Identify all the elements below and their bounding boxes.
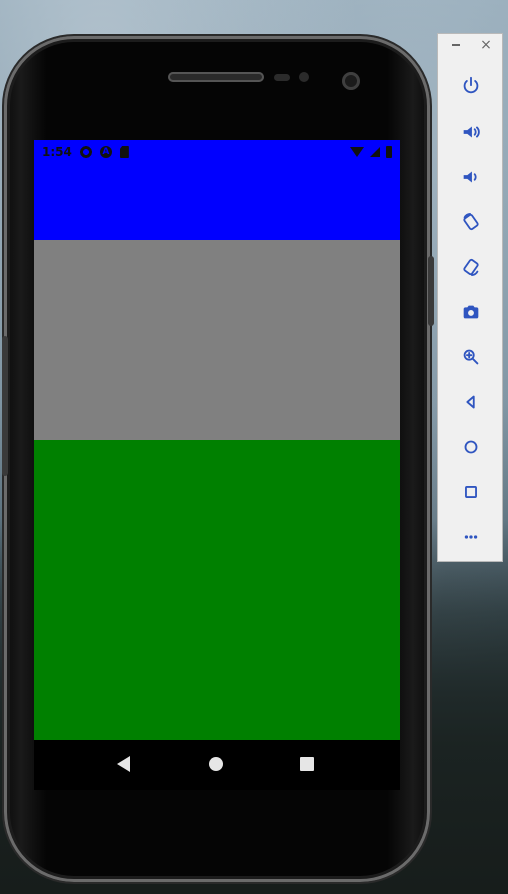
power-icon (463, 76, 479, 94)
zoom-icon (463, 349, 479, 365)
more-icon (464, 535, 478, 539)
proximity-sensor (274, 74, 290, 81)
a-icon: A (99, 146, 112, 158)
rotate-right-button[interactable] (457, 253, 485, 281)
gear-icon (79, 146, 92, 158)
middle-panel (34, 240, 400, 440)
status-left: 1:54 A (42, 145, 129, 159)
bottom-panel (34, 440, 400, 740)
rotate-left-button[interactable] (457, 208, 485, 236)
volume-up-button[interactable] (457, 118, 485, 146)
overview-icon (465, 486, 477, 498)
volume-down-button[interactable] (457, 163, 485, 191)
status-bar: 1:54 A (34, 140, 400, 164)
power-button[interactable] (457, 72, 485, 100)
sd-card-icon (119, 146, 129, 158)
close-button[interactable]: × (479, 38, 493, 52)
volume-down-icon (463, 171, 477, 183)
overview-button[interactable] (457, 478, 485, 506)
phone-frame: 1:54 A (2, 36, 434, 882)
more-button[interactable] (457, 523, 485, 551)
nav-recents-button[interactable] (300, 757, 314, 771)
home-button[interactable] (457, 433, 485, 461)
nav-back-button[interactable] (117, 756, 130, 772)
rotate-left-icon (463, 213, 479, 231)
emulator-toolbar: × (437, 33, 503, 562)
home-icon (464, 440, 478, 454)
minimize-button[interactable] (452, 44, 460, 46)
phone-side-button-right (428, 256, 434, 326)
screenshot-button[interactable] (457, 298, 485, 326)
volume-up-icon (463, 126, 480, 138)
status-time: 1:54 (42, 145, 72, 159)
rotate-right-icon (463, 258, 479, 276)
nav-home-button[interactable] (209, 757, 223, 771)
light-sensor (299, 72, 309, 82)
zoom-button[interactable] (457, 343, 485, 371)
battery-icon (386, 146, 392, 158)
back-icon (466, 395, 475, 409)
phone-screen: 1:54 A (34, 140, 400, 790)
back-button[interactable] (457, 388, 485, 416)
signal-icon (370, 147, 380, 157)
phone-side-button-left (2, 336, 8, 476)
speaker-grill (168, 72, 264, 82)
wifi-icon (350, 147, 364, 157)
camera-icon (463, 305, 479, 319)
toolbar-window-controls: × (438, 34, 504, 66)
front-camera (342, 72, 360, 90)
navigation-bar (34, 740, 400, 790)
status-right (350, 146, 392, 158)
